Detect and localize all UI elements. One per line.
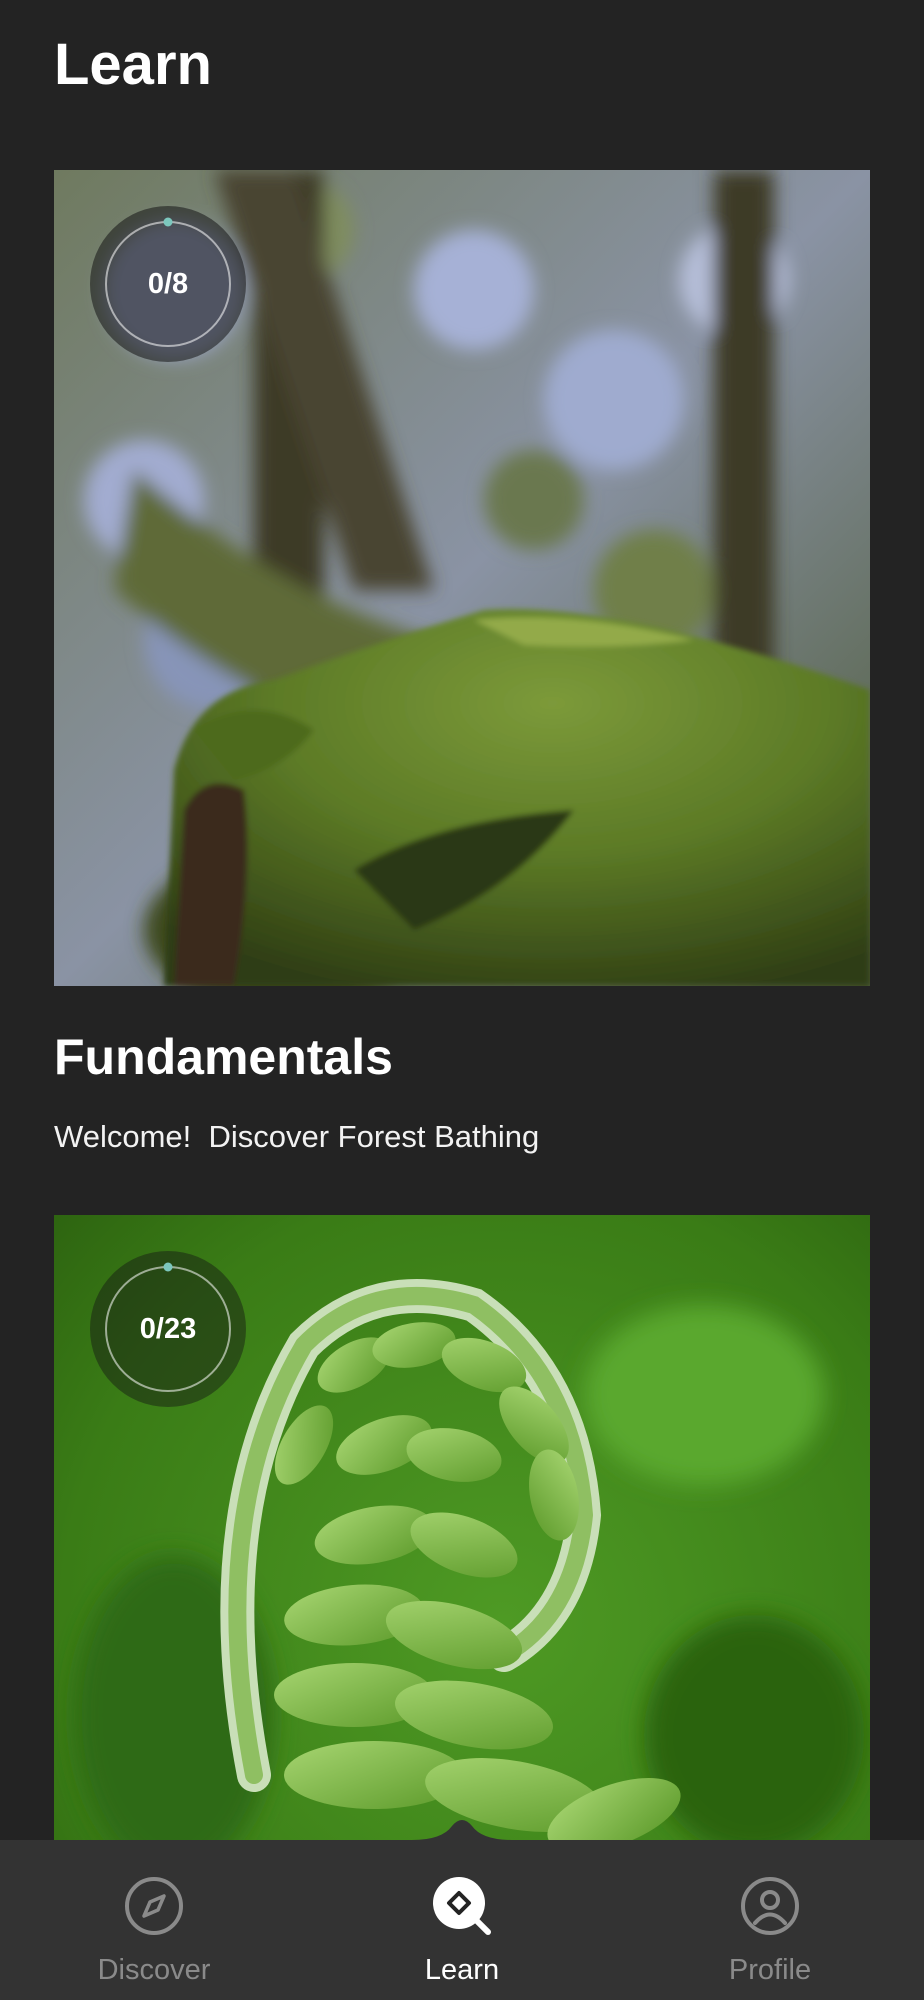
course-subtitle: Welcome! Discover Forest Bathing xyxy=(54,1119,540,1154)
course-title[interactable]: Fundamentals xyxy=(54,1022,393,1092)
compass-icon xyxy=(125,1877,183,1935)
learn-search-icon xyxy=(433,1877,491,1935)
nav-label: Profile xyxy=(728,1954,812,1986)
nav-label: Discover xyxy=(97,1954,211,1986)
course-card-image-second[interactable]: 0/23 xyxy=(54,1215,870,1840)
progress-text: 0/8 xyxy=(147,268,189,300)
nav-item-discover[interactable]: Discover xyxy=(0,1840,308,2000)
nav-item-profile[interactable]: Profile xyxy=(616,1840,924,2000)
course-card-image-fundamentals[interactable]: 0/8 xyxy=(54,170,870,986)
progress-ring: 0/23 xyxy=(90,1251,246,1407)
user-icon xyxy=(741,1877,799,1935)
progress-ring: 0/8 xyxy=(90,206,246,362)
nav-label: Learn xyxy=(424,1954,500,1986)
page-title: Learn xyxy=(54,32,212,97)
nav-item-learn[interactable]: Learn xyxy=(308,1840,616,2000)
progress-text: 0/23 xyxy=(139,1313,197,1345)
